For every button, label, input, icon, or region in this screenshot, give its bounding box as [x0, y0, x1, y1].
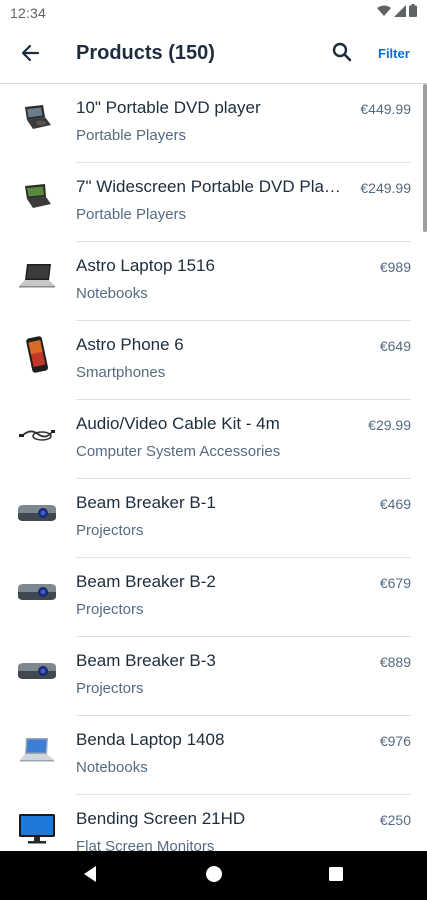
product-name: Beam Breaker B-1: [76, 493, 216, 512]
cable-kit-image: [16, 416, 58, 452]
product-category: Flat Screen Monitors: [76, 838, 215, 851]
status-bar: 12:34: [0, 0, 427, 26]
home-circle-icon: [205, 865, 223, 888]
system-nav-bar: [0, 851, 427, 900]
monitor-image: [16, 811, 58, 847]
laptop-image: [16, 732, 58, 768]
product-name: 7" Widescreen Portable DVD Player: [76, 177, 346, 196]
list-item[interactable]: Beam Breaker B-3 Projectors €889: [0, 637, 427, 716]
list-item[interactable]: Bending Screen 21HD Flat Screen Monitors…: [0, 795, 427, 851]
product-name: Beam Breaker B-2: [76, 572, 216, 591]
product-price: €679: [379, 575, 411, 591]
status-icons: [377, 4, 417, 22]
status-time: 12:34: [10, 5, 47, 21]
product-name: Beam Breaker B-3: [76, 651, 216, 670]
scrollbar[interactable]: [423, 84, 427, 232]
product-category: Smartphones: [76, 364, 166, 381]
back-button[interactable]: [14, 39, 46, 71]
list-item[interactable]: Beam Breaker B-1 Projectors €469: [0, 479, 427, 558]
projector-image: [16, 495, 58, 531]
product-price: €649: [379, 338, 411, 354]
signal-icon: [394, 4, 406, 22]
list-item[interactable]: Audio/Video Cable Kit - 4m Computer Syst…: [0, 400, 427, 479]
product-category: Notebooks: [76, 759, 148, 776]
product-price: €449.99: [360, 101, 411, 117]
product-price: €29.99: [368, 417, 411, 433]
back-triangle-icon: [82, 865, 98, 888]
product-price: €469: [379, 496, 411, 512]
portable-dvd-player-image: [16, 100, 58, 136]
product-price: €249.99: [360, 180, 411, 196]
product-category: Portable Players: [76, 127, 187, 144]
product-category: Projectors: [76, 522, 144, 539]
product-price: €989: [379, 259, 411, 275]
battery-icon: [409, 4, 417, 22]
widescreen-dvd-player-image: [16, 179, 58, 215]
product-category: Notebooks: [76, 285, 148, 302]
product-name: 10" Portable DVD player: [76, 98, 261, 117]
arrow-left-icon: [20, 43, 40, 68]
laptop-image: [16, 258, 58, 294]
search-button[interactable]: [327, 39, 357, 69]
list-item[interactable]: Beam Breaker B-2 Projectors €679: [0, 558, 427, 637]
nav-back-button[interactable]: [77, 863, 103, 889]
list-item[interactable]: Astro Laptop 1516 Notebooks €989: [0, 242, 427, 321]
product-price: €250: [379, 812, 411, 828]
product-name: Astro Phone 6: [76, 335, 184, 354]
product-category: Computer System Accessories: [76, 443, 281, 460]
projector-image: [16, 653, 58, 689]
product-category: Projectors: [76, 680, 144, 697]
app-bar: Products (150) Filter: [0, 26, 427, 84]
recents-square-icon: [328, 866, 344, 887]
page-title: Products (150): [76, 42, 215, 64]
projector-image: [16, 574, 58, 610]
smartphone-image: [16, 336, 58, 373]
product-price: €889: [379, 654, 411, 670]
nav-home-button[interactable]: [201, 863, 227, 889]
product-name: Audio/Video Cable Kit - 4m: [76, 414, 280, 433]
product-category: Portable Players: [76, 206, 187, 223]
product-price: €976: [379, 733, 411, 749]
nav-recents-button[interactable]: [323, 863, 349, 889]
filter-button[interactable]: Filter: [378, 46, 410, 61]
product-name: Bending Screen 21HD: [76, 809, 246, 828]
wifi-icon: [377, 4, 391, 22]
product-list: 10" Portable DVD player Portable Players…: [0, 84, 427, 851]
product-name: Astro Laptop 1516: [76, 256, 215, 275]
search-icon: [332, 42, 352, 67]
list-item[interactable]: 7" Widescreen Portable DVD Player Portab…: [0, 163, 427, 242]
list-item[interactable]: Benda Laptop 1408 Notebooks €976: [0, 716, 427, 795]
list-item[interactable]: Astro Phone 6 Smartphones €649: [0, 321, 427, 400]
product-category: Projectors: [76, 601, 144, 618]
product-name: Benda Laptop 1408: [76, 730, 225, 749]
list-item[interactable]: 10" Portable DVD player Portable Players…: [0, 84, 427, 163]
